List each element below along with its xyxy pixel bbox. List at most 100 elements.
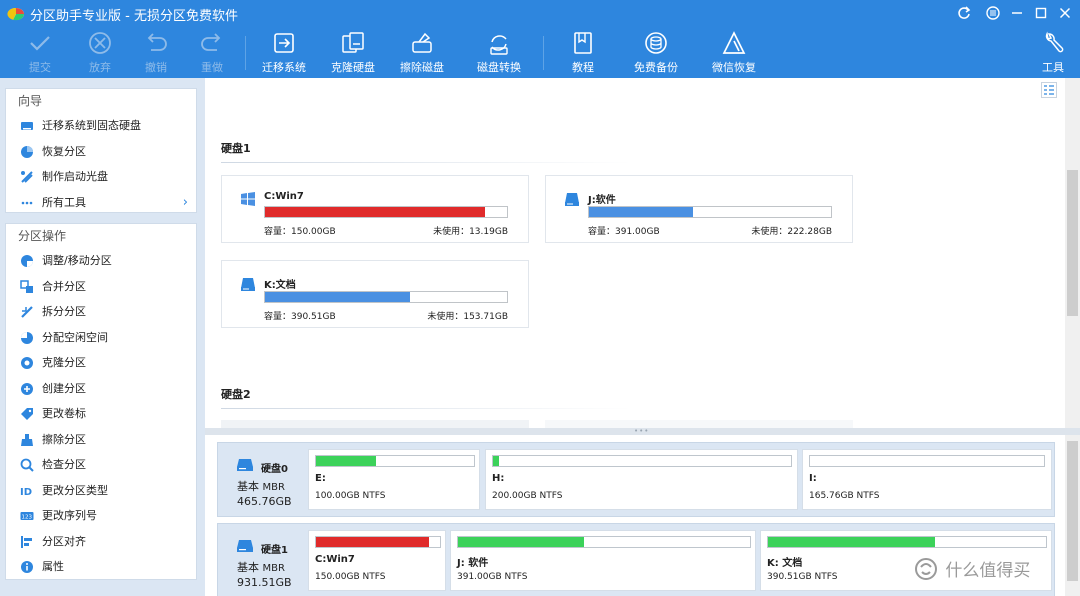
partition-name: K:文档 — [264, 280, 296, 291]
nav-allocate-free-space[interactable]: 分配空闲空间 — [6, 325, 196, 351]
scrollbar-thumb[interactable] — [1067, 441, 1078, 581]
partition-name: C:Win7 — [264, 191, 304, 202]
free-backup-button[interactable]: 免费备份 — [621, 28, 691, 76]
title-bar: 分区助手专业版 - 无损分区免费软件 — [0, 0, 1080, 26]
nav-label: 更改序列号 — [42, 509, 97, 522]
nav-change-partition-type[interactable]: ID 更改分区类型 — [6, 478, 196, 504]
partition-usage-bar — [315, 455, 475, 467]
migrate-os-button[interactable]: 迁移系统 — [249, 28, 319, 76]
cards-scrollbar[interactable] — [1065, 78, 1080, 428]
refresh-button[interactable] — [955, 4, 973, 22]
partition-name: I: — [809, 473, 817, 484]
disk-info: 硬盘0 基本 MBR 465.76GB — [218, 443, 308, 516]
nav-label: 创建分区 — [42, 381, 86, 395]
partition-info: 100.00GB NTFS — [315, 491, 386, 501]
partition-block[interactable]: H: 200.00GB NTFS — [485, 449, 798, 510]
nav-check-partition[interactable]: 检查分区 — [6, 452, 196, 478]
scrollbar-thumb[interactable] — [1067, 170, 1078, 316]
wizard-panel: 向导 迁移系统到固态硬盘 恢复分区 制作启动光盘 所有工具 › — [5, 88, 197, 213]
usage-fill — [493, 456, 499, 466]
usage-fill — [458, 537, 584, 547]
disk-type-basic: 基本 — [237, 480, 259, 493]
disk-size: 465.76GB — [237, 495, 292, 508]
view-toggle-icon[interactable] — [1041, 82, 1057, 98]
capacity-text: 容量：391.00GB — [588, 227, 660, 237]
diskmap-scrollbar[interactable] — [1065, 435, 1080, 596]
nav-split[interactable]: 拆分分区 — [6, 299, 196, 325]
partition-block[interactable]: I: 165.76GB NTFS — [802, 449, 1052, 510]
svg-text:ID: ID — [20, 487, 32, 498]
wechat-restore-button[interactable]: 微信恢复 — [699, 28, 769, 76]
clone-disk-label: 克隆硬盘 — [331, 61, 375, 74]
partial-card — [221, 420, 529, 428]
book-icon — [574, 32, 592, 54]
migrate-ssd-icon — [21, 122, 33, 130]
wipe-disk-button[interactable]: 擦除磁盘 — [387, 28, 457, 76]
partition-card-k[interactable]: K:文档 容量：390.51GB 未使用：153.71GB — [221, 260, 529, 328]
disk-icon — [237, 540, 253, 552]
redo-button[interactable]: 重做 — [177, 28, 247, 76]
nav-align-partition[interactable]: 分区对齐 — [6, 529, 196, 555]
disk-size: 931.51GB — [237, 576, 292, 589]
close-button[interactable] — [1056, 4, 1074, 22]
partition-block[interactable]: J: 软件 391.00GB NTFS — [450, 530, 756, 591]
nav-change-label[interactable]: 更改卷标 — [6, 401, 196, 427]
disk2-heading: 硬盘2 — [221, 388, 251, 401]
align-icon — [21, 535, 32, 548]
nav-change-serial[interactable]: 123 更改序列号 — [6, 503, 196, 529]
migrate-os-icon — [274, 33, 294, 53]
watermark: 什么值得买 — [912, 556, 1030, 581]
tools-button[interactable]: 工具 — [1018, 28, 1080, 76]
wipe-disk-icon — [412, 32, 432, 53]
ops-title: 分区操作 — [18, 229, 67, 243]
partition-card-j[interactable]: J:软件 容量：391.00GB 未使用：222.28GB — [545, 175, 853, 243]
nav-properties[interactable]: 属性 — [6, 554, 196, 580]
divider — [221, 162, 631, 163]
nav-migrate-ssd[interactable]: 迁移系统到固态硬盘 — [6, 113, 196, 139]
partition-usage-bar — [457, 536, 751, 548]
partition-info: 200.00GB NTFS — [492, 491, 563, 501]
partial-card — [545, 420, 853, 428]
create-icon — [21, 382, 33, 395]
nav-label: 属性 — [42, 560, 64, 573]
watermark-text: 什么值得买 — [945, 561, 1031, 581]
migrate-os-label: 迁移系统 — [262, 61, 306, 74]
nav-resize-move[interactable]: 调整/移动分区 — [6, 248, 196, 274]
svg-text:123: 123 — [22, 515, 33, 521]
partition-cards-view: 硬盘1 C:Win7 容量：150.00GB 未使用：13.19GB J:软件 … — [205, 78, 1065, 428]
nav-bootable-media[interactable]: 制作启动光盘 — [6, 164, 196, 190]
usage-bar — [264, 206, 508, 218]
disk-style: MBR — [262, 482, 285, 493]
partition-block[interactable]: E: 100.00GB NTFS — [308, 449, 480, 510]
disk-row-0[interactable]: 硬盘0 基本 MBR 465.76GB E: 100.00GB NTFS H: … — [217, 442, 1055, 517]
usage-fill — [265, 292, 411, 302]
maximize-button[interactable] — [1032, 4, 1050, 22]
nav-label: 迁移系统到固态硬盘 — [42, 119, 141, 132]
drive-icon — [241, 278, 255, 291]
clone-disk-button[interactable]: 克隆硬盘 — [318, 28, 388, 76]
nav-recover-partition[interactable]: 恢复分区 — [6, 139, 196, 165]
window-title: 分区助手专业版 - 无损分区免费软件 — [30, 9, 238, 24]
nav-label: 分区对齐 — [42, 534, 86, 548]
tutorial-button[interactable]: 教程 — [548, 28, 618, 76]
nav-wipe-partition[interactable]: 擦除分区 — [6, 427, 196, 453]
disk-convert-icon — [490, 35, 508, 55]
wechat-restore-label: 微信恢复 — [712, 61, 756, 74]
discard-icon — [89, 32, 111, 54]
menu-button[interactable] — [984, 4, 1002, 22]
capacity-text: 容量：150.00GB — [264, 227, 336, 237]
partition-card-c[interactable]: C:Win7 容量：150.00GB 未使用：13.19GB — [221, 175, 529, 243]
partition-usage-bar — [809, 455, 1045, 467]
disk-convert-button[interactable]: 磁盘转换 — [464, 28, 534, 76]
recover-partition-icon — [21, 145, 33, 158]
nav-merge[interactable]: 合并分区 — [6, 274, 196, 300]
nav-label: 检查分区 — [42, 458, 86, 471]
minimize-button[interactable] — [1008, 4, 1026, 22]
partition-block[interactable]: C:Win7 150.00GB NTFS — [308, 530, 446, 591]
free-backup-label: 免费备份 — [634, 61, 678, 74]
nav-create-partition[interactable]: 创建分区 — [6, 376, 196, 402]
nav-all-tools[interactable]: 所有工具 › — [6, 190, 196, 216]
nav-clone-partition[interactable]: 克隆分区 — [6, 350, 196, 376]
usage-fill — [316, 537, 429, 547]
nav-label: 更改卷标 — [42, 407, 86, 420]
